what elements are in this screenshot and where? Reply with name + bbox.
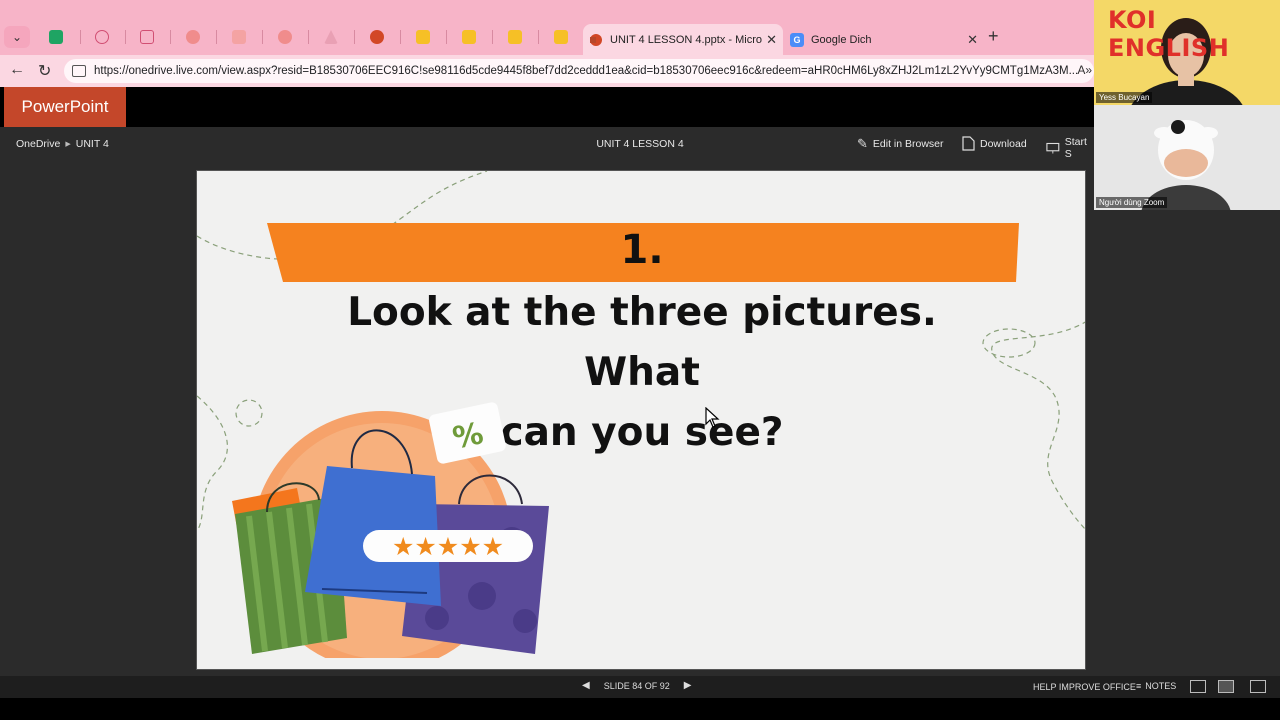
new-tab-plus-icon[interactable]: + [988, 26, 999, 47]
slide-counter: SLIDE 84 OF 92 [603, 680, 670, 691]
close-icon[interactable]: ✕ [967, 32, 978, 48]
tab-separator [446, 30, 447, 44]
tab-separator [538, 30, 539, 44]
close-icon[interactable]: ✕ [766, 32, 777, 48]
video-tile-participant: Người dùng Zoom [1094, 105, 1280, 210]
browser-tabstrip: ⌄ UNIT 4 LESSON 4.pptx - Microsoft ✕ G [0, 0, 1094, 55]
slide-number-heading: 1. [620, 227, 664, 273]
tab-separator [354, 30, 355, 44]
second-tab-title: Google Dich [811, 33, 872, 46]
video-tile-host: KOI ENGLISH Yess Bucayan [1094, 0, 1280, 105]
back-arrow-icon[interactable]: ← [9, 61, 25, 79]
tab-separator [80, 30, 81, 44]
sheets-tab-icon[interactable] [47, 28, 65, 46]
reading-view-icon[interactable] [1218, 680, 1234, 693]
bottom-margin [0, 698, 1280, 720]
edit-label: Edit in Browser [872, 138, 944, 150]
slideshow-view-icon[interactable] [1250, 680, 1266, 693]
star-icons: ★★★★★ [392, 532, 504, 561]
app-brand[interactable]: PowerPoint [4, 87, 126, 127]
mouse-pointer-icon [705, 407, 720, 428]
slides-tab-icon[interactable] [506, 28, 524, 46]
url-text: https://onedrive.live.com/view.aspx?resi… [94, 65, 1079, 77]
edit-in-browser-button[interactable]: ✎ Edit in Browser [857, 136, 944, 152]
tab-powerpoint-active[interactable]: UNIT 4 LESSON 4.pptx - Microsoft ✕ [583, 24, 783, 55]
tab-google-translate[interactable]: G Google Dich ✕ [786, 24, 982, 55]
url-input[interactable]: https://onedrive.live.com/view.aspx?resi… [64, 59, 1094, 83]
next-slide-icon[interactable]: ▶ [684, 680, 692, 691]
slides-tab-icon[interactable] [552, 28, 570, 46]
document-download-icon [962, 136, 975, 151]
notes-icon: ≡ [1136, 681, 1142, 691]
slide-navigation: ◀ SLIDE 84 OF 92 ▶ [582, 680, 691, 691]
question-line-1: Look at the three pictures. What [347, 290, 937, 395]
site-info-icon[interactable] [72, 65, 86, 77]
address-bar-row: ← ↻ https://onedrive.live.com/view.aspx?… [0, 55, 1094, 87]
screen: ⌄ UNIT 4 LESSON 4.pptx - Microsoft ✕ G [0, 0, 1280, 720]
participant-name: Người dùng Zoom [1096, 197, 1168, 208]
tab-separator [400, 30, 401, 44]
participant-name: Yess Bucayan [1096, 92, 1153, 103]
rating-stars-pill: ★★★★★ [363, 530, 533, 562]
app-header: PowerPoint [0, 87, 1094, 127]
drive-tab-icon[interactable] [322, 28, 340, 46]
normal-view-icon[interactable] [1190, 680, 1206, 693]
start-slideshow-button[interactable]: Start S [1046, 136, 1094, 160]
notes-label: NOTES [1145, 681, 1177, 691]
cow-avatar-icon [1141, 120, 1231, 210]
document-tab-icon[interactable] [138, 28, 156, 46]
download-label: Download [980, 137, 1027, 150]
powerpoint-icon [590, 33, 602, 46]
office-tab-icon[interactable] [276, 28, 294, 46]
notes-button[interactable]: ≡ NOTES [1136, 681, 1176, 691]
brand-banner: KOI ENGLISH [1108, 6, 1230, 62]
shopping-bags-illustration: % ★★★★★ [232, 402, 549, 658]
start-label: Start S [1064, 136, 1087, 160]
read-aloud-icon[interactable]: A» [1077, 63, 1092, 77]
active-tab-title: UNIT 4 LESSON 4.pptx - Microsoft [610, 33, 763, 46]
price-tag-icon: % [429, 402, 506, 464]
image-tab-icon[interactable] [184, 28, 202, 46]
translate-icon: G [790, 32, 804, 47]
image-tab-icon[interactable] [230, 28, 248, 46]
side-panel [1094, 210, 1280, 676]
slides-tab-icon[interactable] [460, 28, 478, 46]
app-toolbar: OneDrive ▶ UNIT 4 UNIT 4 LESSON 4 ✎ Edit… [0, 127, 1094, 160]
help-improve-office-link[interactable]: HELP IMPROVE OFFICE [1033, 682, 1136, 692]
tab-separator [492, 30, 493, 44]
pencil-icon: ✎ [857, 136, 868, 151]
tab-separator [170, 30, 171, 44]
powerpoint-tab-icon[interactable] [368, 28, 386, 46]
status-bar: ◀ SLIDE 84 OF 92 ▶ HELP IMPROVE OFFICE ≡… [0, 676, 1280, 698]
tab-search-button[interactable]: ⌄ [4, 26, 30, 48]
tab-separator [308, 30, 309, 44]
download-button[interactable]: Download [962, 136, 1027, 151]
tab-separator [125, 30, 126, 44]
slides-tab-icon[interactable] [414, 28, 432, 46]
slideshow-icon [1046, 142, 1060, 154]
tab-separator [216, 30, 217, 44]
previous-slide-icon[interactable]: ◀ [582, 680, 590, 691]
tab-separator [262, 30, 263, 44]
settings-tab-icon[interactable] [93, 28, 111, 46]
reload-icon[interactable]: ↻ [38, 61, 51, 81]
slide-canvas: 1. Look at the three pictures. What can … [196, 170, 1086, 670]
